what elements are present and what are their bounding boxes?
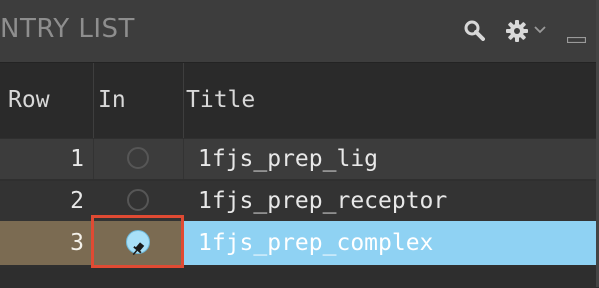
column-header-row[interactable]: Row	[0, 63, 94, 138]
pin-icon	[132, 242, 145, 256]
entry-title[interactable]: 1fjs_prep_receptor	[184, 181, 599, 221]
table-empty-area	[0, 268, 599, 288]
include-pin-icon[interactable]	[126, 230, 150, 256]
entry-table: Row In Title 1 1fjs_prep_lig 2 1fjs_prep…	[0, 63, 599, 288]
table-row[interactable]: 1 1fjs_prep_lig	[0, 139, 599, 179]
panel-title: NTRY LIST	[0, 14, 135, 44]
row-number: 2	[0, 181, 94, 221]
entry-title[interactable]: 1fjs_prep_complex	[184, 221, 599, 265]
row-number: 1	[0, 139, 94, 179]
entry-title[interactable]: 1fjs_prep_lig	[184, 139, 599, 179]
row-number: 3	[0, 221, 94, 265]
panel-header: NTRY LIST	[0, 0, 599, 63]
include-radio-empty[interactable]	[127, 189, 149, 211]
gear-icon[interactable]	[505, 19, 529, 43]
include-radio-empty[interactable]	[127, 147, 149, 169]
table-row[interactable]: 2 1fjs_prep_receptor	[0, 181, 599, 221]
chevron-down-icon[interactable]	[534, 26, 546, 34]
column-header-in[interactable]: In	[94, 63, 184, 138]
in-cell	[91, 215, 184, 268]
in-cell	[94, 139, 184, 179]
column-header-title[interactable]: Title	[184, 63, 599, 138]
entry-list-panel: NTRY LIST Row In Title 1 1fjs_prep_lig 2…	[0, 0, 599, 288]
search-icon[interactable]	[463, 19, 485, 41]
minimize-icon[interactable]	[567, 37, 586, 43]
table-row-selected[interactable]: 3 1fjs_prep_complex	[0, 215, 599, 268]
